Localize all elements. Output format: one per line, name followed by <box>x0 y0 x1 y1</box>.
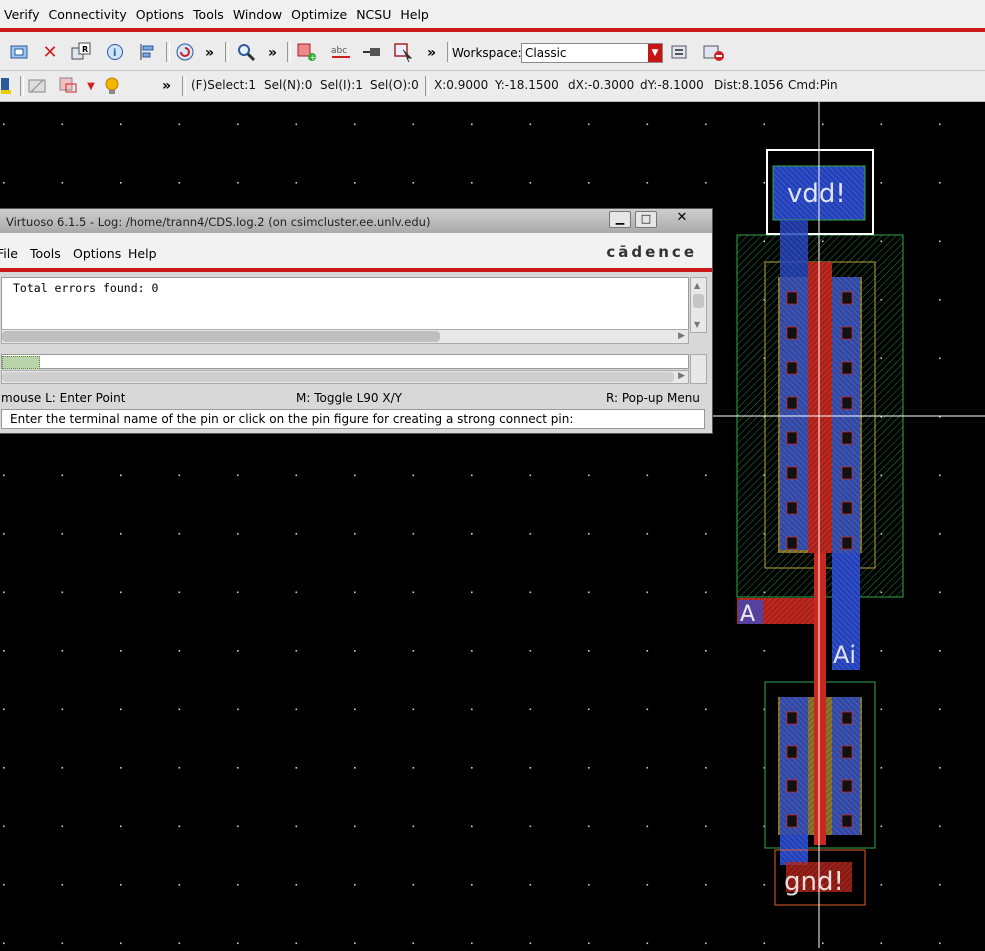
align-icon[interactable] <box>136 41 158 63</box>
copy-reference-icon[interactable]: R <box>70 41 92 63</box>
workspace-select[interactable]: Classic ▼ <box>521 43 663 63</box>
mouse-middle-binding: M: Toggle L90 X/Y <box>296 391 402 405</box>
input-marker <box>2 356 40 369</box>
menu-verify[interactable]: Verify <box>4 7 39 22</box>
log-horizontal-scrollbar[interactable]: ▶ <box>1 329 689 344</box>
log-window-titlebar[interactable]: Virtuoso 6.1.5 - Log: /home/trann4/CDS.l… <box>0 209 712 233</box>
input-pin-label: A <box>740 602 755 627</box>
distance-value: Dist:8.1056 <box>714 78 784 92</box>
svg-text:abc: abc <box>331 46 347 56</box>
select-probe-icon[interactable] <box>393 41 415 63</box>
lightbulb-icon[interactable] <box>101 75 123 97</box>
create-instance-icon[interactable]: + <box>296 41 318 63</box>
menu-optimize[interactable]: Optimize <box>291 7 347 22</box>
scroll-up-icon[interactable]: ▲ <box>694 281 700 290</box>
command-status: Cmd:Pin <box>788 78 838 92</box>
chevron-down-icon[interactable]: ▼ <box>648 44 662 62</box>
stretch-icon[interactable] <box>58 75 80 97</box>
sel-n-status: Sel(N):0 <box>264 78 313 92</box>
menubar: Verify Connectivity Options Tools Window… <box>0 0 985 28</box>
scroll-right-icon[interactable]: ▶ <box>678 371 685 381</box>
mouse-right-binding: R: Pop-up Menu <box>606 391 700 405</box>
log-menu-tools[interactable]: Tools <box>30 246 61 261</box>
close-icon[interactable]: ✕ <box>672 211 692 226</box>
scroll-thumb[interactable] <box>2 372 674 382</box>
command-vertical-scrollbar[interactable] <box>690 354 707 384</box>
gnd-label: gnd! <box>784 867 844 897</box>
command-input[interactable] <box>1 354 689 369</box>
log-menu-help[interactable]: Help <box>128 246 157 261</box>
refresh-icon[interactable] <box>174 41 196 63</box>
label-icon[interactable]: abc <box>330 41 352 63</box>
menu-help[interactable]: Help <box>400 7 429 22</box>
select-filter-status: (F)Select:1 <box>191 78 256 92</box>
menu-window[interactable]: Window <box>233 7 282 22</box>
prompt-line: Enter the terminal name of the pin or cl… <box>1 409 705 429</box>
input-net-label: Ai <box>833 641 856 669</box>
menu-tools[interactable]: Tools <box>193 7 224 22</box>
info-icon[interactable]: i <box>104 41 126 63</box>
cadence-logo: cādence <box>606 243 697 261</box>
mouse-left-binding: mouse L: Enter Point <box>1 391 126 405</box>
scroll-down-icon[interactable]: ▼ <box>694 320 700 329</box>
log-accent-line <box>0 268 712 272</box>
x-coordinate: X:0.9000 <box>434 78 489 92</box>
scroll-thumb[interactable] <box>693 294 704 308</box>
ruler-icon[interactable] <box>27 75 49 97</box>
vdd-label: vdd! <box>787 179 846 209</box>
menu-connectivity[interactable]: Connectivity <box>48 7 126 22</box>
more-icon[interactable]: » <box>205 45 214 61</box>
window-fit-icon[interactable] <box>8 41 30 63</box>
scroll-thumb[interactable] <box>2 331 440 342</box>
workspace-label: Workspace: <box>452 46 522 60</box>
sel-i-status: Sel(I):1 <box>320 78 363 92</box>
log-menubar: File Tools Options Help cādence <box>0 233 712 268</box>
prompt-text: Enter the terminal name of the pin or cl… <box>10 412 574 426</box>
delete-workspace-icon[interactable] <box>703 42 725 64</box>
minimize-icon[interactable]: ▁ <box>609 211 631 228</box>
more-icon[interactable]: » <box>162 78 171 94</box>
more-icon[interactable]: » <box>268 45 277 61</box>
dropdown-arrow-icon[interactable]: ▼ <box>80 75 102 97</box>
pin-icon[interactable] <box>362 41 384 63</box>
dx-value: dX:-0.3000 <box>568 78 635 92</box>
sel-o-status: Sel(O):0 <box>370 78 419 92</box>
log-output-text: Total errors found: 0 <box>13 281 159 295</box>
menu-ncsu[interactable]: NCSU <box>356 7 391 22</box>
scroll-right-icon[interactable]: ▶ <box>678 331 685 341</box>
zoom-icon[interactable] <box>235 41 257 63</box>
workspace-value: Classic <box>525 46 567 60</box>
more-icon[interactable]: » <box>427 45 436 61</box>
maximize-icon[interactable]: □ <box>635 211 657 228</box>
log-window: Virtuoso 6.1.5 - Log: /home/trann4/CDS.l… <box>0 208 713 434</box>
layer-icon[interactable] <box>0 75 18 97</box>
save-workspace-icon[interactable] <box>670 42 692 64</box>
log-window-title: Virtuoso 6.1.5 - Log: /home/trann4/CDS.l… <box>6 215 431 229</box>
log-menu-file[interactable]: File <box>0 246 18 261</box>
menu-options[interactable]: Options <box>136 7 184 22</box>
dy-value: dY:-8.1000 <box>640 78 704 92</box>
svg-text:+: + <box>310 53 317 62</box>
cancel-icon[interactable]: ✕ <box>39 41 61 63</box>
svg-text:R: R <box>82 45 88 54</box>
log-output[interactable]: Total errors found: 0 <box>1 277 689 333</box>
svg-text:i: i <box>113 48 116 59</box>
command-horizontal-scrollbar[interactable]: ▶ <box>1 370 689 384</box>
y-coordinate: Y:-18.1500 <box>495 78 559 92</box>
log-vertical-scrollbar[interactable]: ▲ ▼ <box>690 277 707 333</box>
mouse-bindings-bar: mouse L: Enter Point M: Toggle L90 X/Y R… <box>0 389 712 407</box>
log-menu-options[interactable]: Options <box>73 246 121 261</box>
